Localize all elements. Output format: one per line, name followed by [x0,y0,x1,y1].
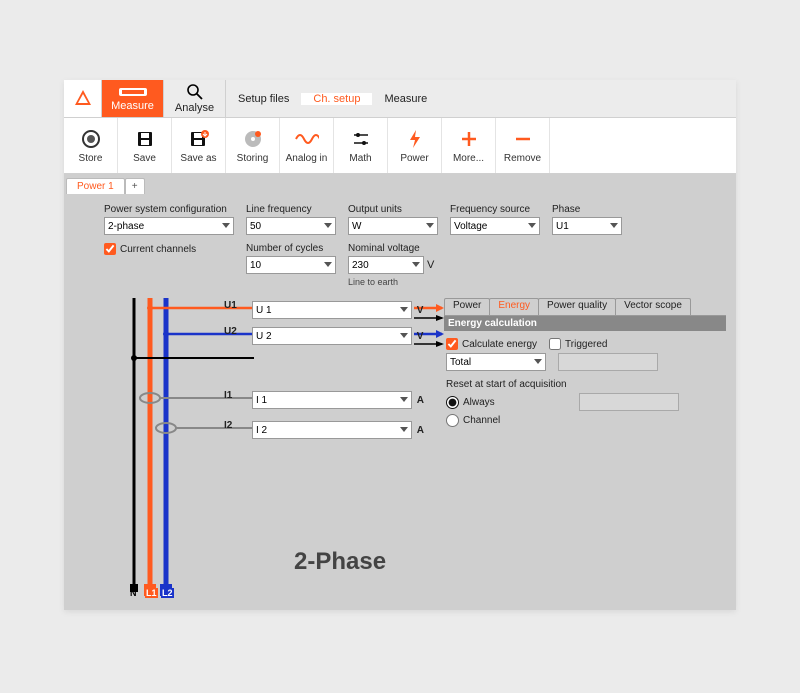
config-row: Power system configuration 2-phase Curre… [104,204,716,287]
page-tabs: Power 1 + [64,174,736,194]
page-area: Power 1 + Power system configuration 2-p… [64,174,736,610]
select-u2[interactable]: U 2 [252,327,412,345]
select-freqsrc[interactable]: Voltage [450,217,540,235]
lightning-icon [408,128,422,150]
channel-row-u1: U 1 V [252,301,423,319]
rtab-pq[interactable]: Power quality [538,298,616,315]
menu-subtab-setupfiles[interactable]: Setup files [226,93,301,105]
menu-tab-measure[interactable]: Measure [102,80,164,117]
label-i1: I1 [224,390,232,401]
rtab-energy[interactable]: Energy [489,298,539,315]
select-linefreq[interactable]: 50 [246,217,336,235]
channel-row-i2: I 2 A [252,421,424,439]
select-triggered-disabled [558,353,658,371]
label-reset: Reset at start of acquisition [446,379,567,390]
label-psc: Power system configuration [104,204,234,215]
nomv-unit: V [427,259,434,271]
checkbox-current-channels-input[interactable] [104,243,116,255]
storing-icon [243,128,263,150]
checkbox-triggered[interactable]: Triggered [549,338,607,350]
sine-icon [295,128,319,150]
select-i1[interactable]: I 1 [252,391,412,409]
app-logo-icon [64,80,102,117]
label-i2: I2 [224,420,232,431]
label-phase: Phase [552,204,622,215]
unit-u2: V [417,331,424,342]
store-button[interactable]: Store [64,118,118,173]
right-body: Calculate energy Triggered Total Reset a… [444,331,726,434]
record-icon [82,128,100,150]
minus-icon [515,128,531,150]
save-icon [136,128,154,150]
nomv-hint: Line to earth [348,277,438,287]
page-content: Power system configuration 2-phase Curre… [64,194,736,610]
select-u1[interactable]: U 1 [252,301,412,319]
menu-tab-label: Analyse [175,102,214,114]
right-tabs: Power Energy Power quality Vector scope [444,298,726,316]
right-panel: Power Energy Power quality Vector scope … [444,298,726,434]
channel-row-i1: I 1 A [252,391,424,409]
toolbar: Store Save Save as Storing Analog in Mat… [64,118,736,174]
math-button[interactable]: Math [334,118,388,173]
plus-icon [461,128,477,150]
menu-subtabs: Setup files Ch. setup Measure [226,80,439,117]
label-linefreq: Line frequency [246,204,336,215]
radio-channel-input[interactable] [446,414,459,427]
checkbox-triggered-input[interactable] [549,338,561,350]
tag-n: N [130,588,137,598]
page-tab-add[interactable]: + [125,178,145,194]
label-nomv: Nominal voltage [348,243,438,254]
label-outunits: Output units [348,204,438,215]
section-title: Energy calculation [444,316,726,331]
label-u1: U1 [224,300,237,311]
saveas-icon [189,128,209,150]
label-freqsrc: Frequency source [450,204,540,215]
radio-reset-channel[interactable]: Channel [446,414,500,427]
radio-always-input[interactable] [446,396,459,409]
select-i2[interactable]: I 2 [252,421,412,439]
menu-tab-label: Measure [111,100,154,112]
select-energy-mode[interactable]: Total [446,353,546,371]
unit-i2: A [417,425,424,436]
label-numcycles: Number of cycles [246,243,336,254]
unit-i1: A [417,395,424,406]
select-reset-disabled [579,393,679,411]
radio-reset-always[interactable]: Always [446,396,495,409]
magnifier-icon [187,84,203,100]
storing-button[interactable]: Storing [226,118,280,173]
tag-l1: L1 [145,588,158,598]
label-u2: U2 [224,326,237,337]
rtab-vs[interactable]: Vector scope [615,298,691,315]
menu-subtab-measure[interactable]: Measure [372,93,439,105]
analogin-button[interactable]: Analog in [280,118,334,173]
select-nomv[interactable]: 230 [348,256,424,274]
checkbox-calc-energy[interactable]: Calculate energy [446,338,537,350]
tag-l2: L2 [161,588,174,598]
saveas-button[interactable]: Save as [172,118,226,173]
channel-row-u2: U 2 V [252,327,423,345]
rtab-power[interactable]: Power [444,298,490,315]
select-outunits[interactable]: W [348,217,438,235]
menu-subtab-chsetup[interactable]: Ch. setup [301,93,372,105]
more-button[interactable]: More... [442,118,496,173]
sliders-icon [352,128,370,150]
menu-tab-analyse[interactable]: Analyse [164,80,226,117]
checkbox-calc-energy-input[interactable] [446,338,458,350]
select-phase[interactable]: U1 [552,217,622,235]
select-psc[interactable]: 2-phase [104,217,234,235]
app-window: Measure Analyse Setup files Ch. setup Me… [64,80,736,610]
power-button[interactable]: Power [388,118,442,173]
menu-bar: Measure Analyse Setup files Ch. setup Me… [64,80,736,118]
measure-bar-icon [119,86,147,98]
wiring-diagram: U1 U 1 V U2 U 2 V I1 I 1 A I2 I 2 [104,298,474,598]
diagram-title: 2-Phase [294,548,386,576]
remove-button[interactable]: Remove [496,118,550,173]
save-button[interactable]: Save [118,118,172,173]
checkbox-current-channels[interactable]: Current channels [104,243,234,255]
unit-u1: V [417,305,424,316]
select-numcycles[interactable]: 10 [246,256,336,274]
page-tab-power1[interactable]: Power 1 [66,178,125,194]
